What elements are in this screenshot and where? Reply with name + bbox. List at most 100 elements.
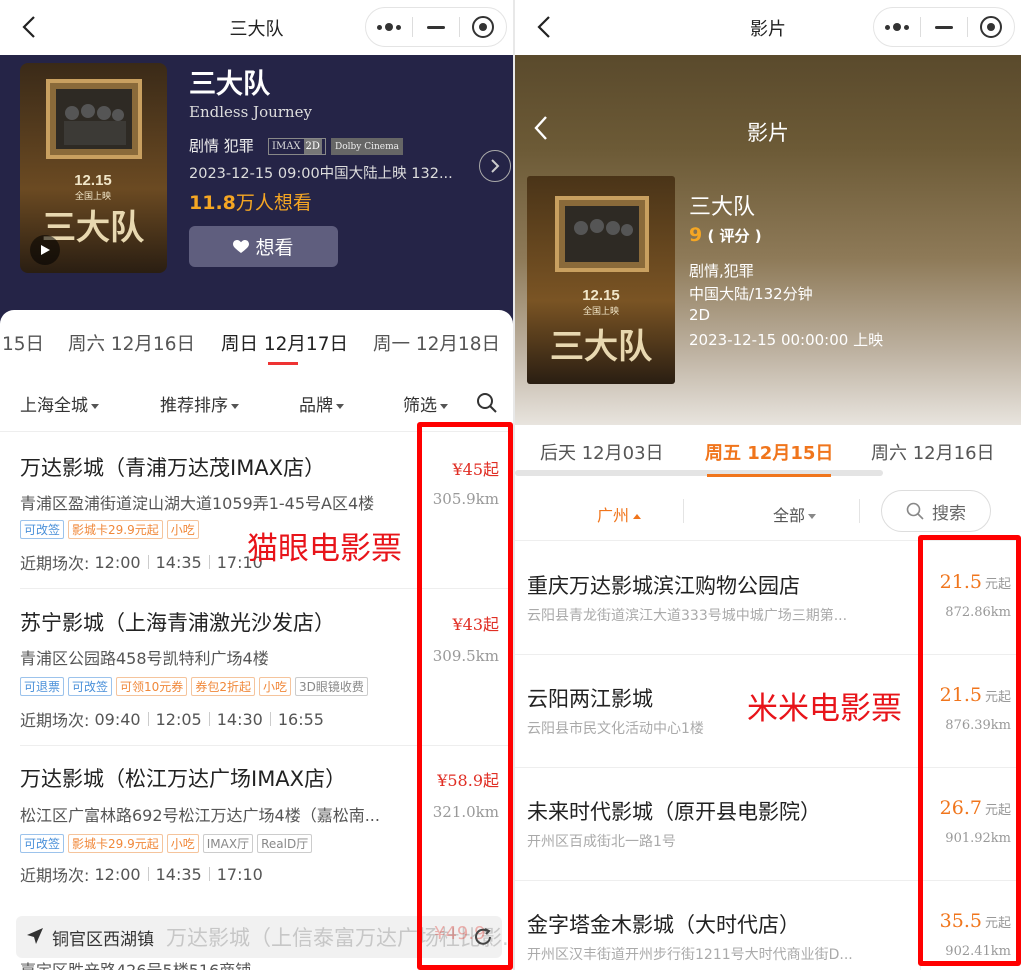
want-count: 11.8万人想看 [189,192,312,214]
tab-date-17[interactable]: 周日 12月17日 [221,330,348,356]
filter-brand[interactable]: 品牌 [299,391,344,416]
tag: 影城卡29.9元起 [68,520,163,539]
poster-date-text: 12.15 [74,172,112,189]
tab-date-15[interactable]: 周五 12月15日 [705,439,833,465]
cinema-tags: 可改签 影城卡29.9元起 小吃 [20,520,199,539]
active-tab-indicator [707,474,831,477]
movie-genre: 剧情,犯罪 [689,262,754,280]
showtimes: 近期场次: 09:40 12:05 14:30 16:55 [20,709,324,731]
movie-title: 三大队 [689,195,756,220]
want-to-see-button[interactable]: 想看 [189,226,338,267]
play-trailer-button[interactable] [30,235,60,265]
mimi-pane: 影片 影片 12.15 全国上映 三大队 三大队 9 ( 评分 ) 剧情,犯罪 … [515,0,1021,970]
tag: 小吃 [166,834,199,853]
cinema-name: 云阳两江影城 [527,687,653,711]
close-target-icon [980,16,1002,38]
tab-date-18[interactable]: 周一 12月18日 [373,330,500,356]
filter-sort[interactable]: 推荐排序 [160,391,239,416]
movie-format: 2D [689,306,711,324]
tag: 可改签 [20,520,65,539]
tag: 影城卡29.9元起 [68,834,163,853]
nav-title: 影片 [750,18,786,40]
cinema-address: 青浦区公园路458号凯特利广场4楼 [20,649,269,668]
location-text: 铜官区西湖镇 [52,930,154,950]
tab-date-03[interactable]: 后天 12月03日 [540,439,664,465]
showtimes: 近期场次: 12:00 14:35 17:10 [20,864,263,886]
movie-english-title: Endless Journey [189,103,312,121]
maoyan-pane: 三大队 12.15 全国上映 三大队 三大队 Endless Journey 剧… [0,0,513,970]
search-icon[interactable] [476,392,498,414]
tag: 可领10元券 [116,677,188,696]
cinema-address: 云阳县青龙街道滨江大道333号城中城广场三期第... [527,608,848,624]
mini-program-capsule [365,7,507,47]
tag: IMAX厅 [202,834,254,853]
poster-title-text: 三大队 [550,327,653,367]
header-title: 影片 [747,121,789,145]
tag: 小吃 [258,677,291,696]
more-button[interactable] [366,8,412,46]
imax-2d-tag: IMAX 2D [268,138,326,155]
back-arrow-icon[interactable] [533,15,557,39]
tag: 小吃 [166,520,199,539]
cinema-name: 重庆万达影城滨江购物公园店 [527,574,800,598]
screenshot-comparison: 三大队 12.15 全国上映 三大队 三大队 Endless Journey 剧… [0,0,1021,970]
minimize-button[interactable] [921,8,967,46]
tag: 可改签 [20,834,65,853]
price-highlight-box [417,422,513,970]
poster-release-text: 全国上映 [583,305,619,317]
maoyan-annotation: 猫眼电影票 [247,531,402,567]
divider [683,499,684,523]
tab-date-16[interactable]: 周六 12月16日 [871,439,995,465]
search-button[interactable]: 搜索 [881,490,991,532]
poster-date-text: 12.15 [582,287,620,304]
poster-image: 12.15 全国上映 三大队 [527,176,675,384]
heart-icon [233,239,250,253]
cinema-address: 开州区百成街北一路1号 [527,834,676,850]
location-arrow-icon [27,928,43,944]
filter-city[interactable]: 上海全城 [20,391,99,416]
filter-bar: 广州 全部 搜索 [515,485,1021,541]
cinema-name: 苏宁影城（上海青浦激光沙发店） [20,611,335,635]
filter-city[interactable]: 广州 [597,502,642,526]
nav-bar: 影片 [515,0,1021,55]
filter-all[interactable]: 全部 [773,502,817,526]
cinema-address: 开州区汉丰街道开州步行街1211号大时代商业街D... [527,947,853,963]
movie-poster[interactable]: 12.15 全国上映 三大队 [20,63,167,273]
close-button[interactable] [968,8,1014,46]
tab-date-15[interactable]: 15日 [2,330,44,356]
more-icon [885,23,909,31]
play-icon [41,245,50,255]
tag: 3D眼镜收费 [294,677,368,696]
cinema-address: 青浦区盈浦街道淀山湖大道1059弄1-45号A区4楼 [20,494,375,513]
showtimes: 近期场次: 12:00 14:35 17:10 [20,552,263,574]
cinema-tags: 可退票 可改签 可领10元券 券包2折起 小吃 3D眼镜收费 [20,677,368,696]
movie-detail-arrow[interactable] [479,150,511,182]
cinema-name: 万达影城（青浦万达茂IMAX店） [20,456,326,480]
minimize-icon [935,25,953,29]
chevron-right-icon [491,159,500,173]
divider [859,499,860,523]
movie-score: 9 ( 评分 ) [689,224,762,246]
mini-program-capsule [873,7,1015,47]
cinema-name: 未来时代影城（原开县电影院） [527,800,821,824]
close-target-icon [472,16,494,38]
more-icon [377,23,401,31]
active-tab-indicator [268,362,298,365]
date-tabs: 15日 周六 12月16日 周日 12月17日 周一 12月18日 [0,312,513,367]
filter-more[interactable]: 筛选 [403,391,448,416]
tab-date-16[interactable]: 周六 12月16日 [68,330,195,356]
close-button[interactable] [460,8,506,46]
movie-poster[interactable]: 12.15 全国上映 三大队 [527,176,675,384]
partial-cinema-address: 嘉定区胜辛路426号5楼516商铺 [20,957,251,970]
cinema-name: 万达影城（松江万达广场IMAX店） [20,767,347,791]
more-button[interactable] [874,8,920,46]
poster-release-text: 全国上映 [75,190,111,202]
minimize-button[interactable] [413,8,459,46]
tag: 可退票 [20,677,65,696]
tag: RealD厅 [257,834,313,853]
cinema-name: 金字塔金木影城（大时代店） [527,913,800,937]
nav-bar: 三大队 [0,0,513,55]
minimize-icon [427,25,445,29]
back-arrow-icon[interactable] [18,15,42,39]
movie-region-length: 中国大陆/132分钟 [689,285,813,303]
